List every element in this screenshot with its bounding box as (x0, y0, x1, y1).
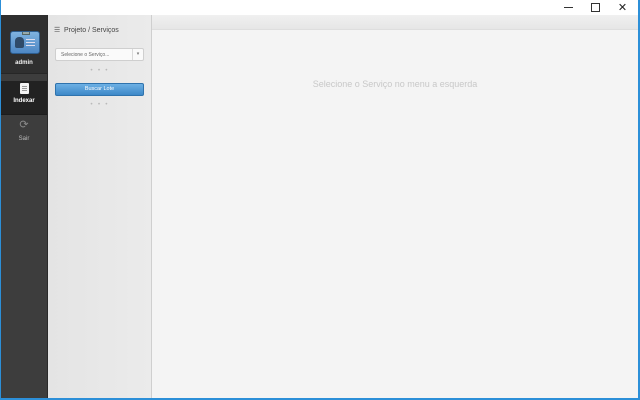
panel-header: ☰ Projeto / Serviços (54, 26, 119, 36)
close-icon: ✕ (617, 1, 628, 14)
user-profile[interactable]: admin (1, 15, 47, 74)
service-select-placeholder: Selecione o Serviço... (61, 52, 110, 58)
chevron-down-icon: ▾ (132, 49, 143, 60)
separator-dots: • • • (89, 67, 110, 74)
service-select[interactable]: Selecione o Serviço... ▾ (55, 48, 144, 61)
minimize-icon (564, 7, 573, 8)
empty-state-message: Selecione o Serviço no menu a esquerda (312, 79, 478, 89)
sidebar: admin Indexar ⟳ Sair (1, 15, 48, 398)
search-batch-button[interactable]: Buscar Lote (55, 83, 144, 96)
main-content: Selecione o Serviço no menu a esquerda (152, 15, 638, 398)
refresh-icon: ⟳ (19, 118, 29, 131)
minimize-button[interactable] (555, 0, 582, 15)
separator-dots: • • • (89, 101, 110, 108)
sidebar-item-label: Sair (18, 136, 30, 142)
document-icon (20, 83, 29, 94)
service-panel: ☰ Projeto / Serviços Selecione o Serviço… (48, 15, 152, 398)
title-bar: ✕ (1, 0, 638, 15)
sidebar-item-sair[interactable]: ⟳ Sair (1, 115, 47, 148)
sidebar-item-indexar[interactable]: Indexar (1, 81, 47, 115)
sidebar-item-label: Indexar (13, 98, 35, 104)
user-name: admin (15, 60, 33, 66)
maximize-icon (591, 3, 600, 12)
user-badge-icon (10, 31, 40, 54)
close-button[interactable]: ✕ (609, 0, 636, 15)
list-icon: ☰ (54, 26, 61, 34)
content-toolbar (152, 15, 638, 30)
panel-title: Projeto / Serviços (63, 27, 119, 34)
app-window: ✕ admin Indexar ⟳ Sair ☰ Projeto / Servi… (1, 0, 638, 398)
maximize-button[interactable] (582, 0, 609, 15)
